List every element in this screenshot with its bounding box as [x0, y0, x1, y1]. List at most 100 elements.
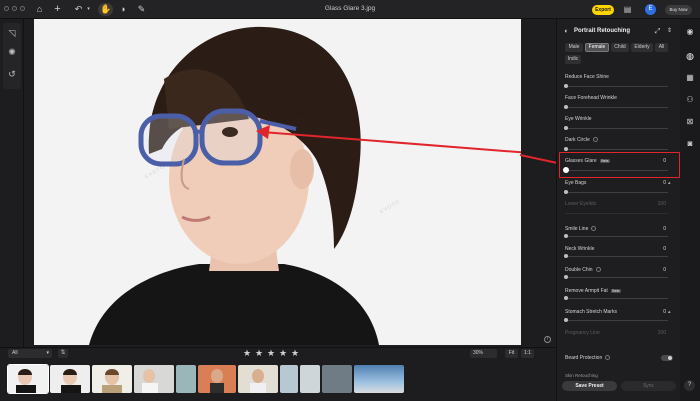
avatar[interactable]: E [645, 4, 656, 15]
slider-value[interactable]: 0 [646, 158, 666, 164]
info-icon[interactable] [605, 355, 611, 361]
tag-child[interactable]: Child [611, 43, 629, 52]
rating-star[interactable]: ★ [291, 348, 299, 358]
slider-track[interactable] [565, 149, 668, 150]
people-icon[interactable]: ⚇ [683, 94, 697, 106]
slider-value[interactable]: 0 [646, 267, 666, 273]
slider-thumb[interactable] [564, 234, 568, 238]
rating-star[interactable]: ★ [279, 348, 287, 358]
slider-track[interactable] [565, 298, 668, 299]
slider-thumb[interactable] [564, 254, 568, 258]
thumbnail[interactable] [354, 365, 404, 393]
save-preset-button[interactable]: Save Preset [562, 381, 617, 391]
slider-label-dark-circle: Dark Circle [565, 137, 598, 143]
slider-track[interactable] [565, 86, 668, 87]
slider-track[interactable] [565, 107, 668, 108]
frame-icon[interactable]: ⊠ [683, 116, 697, 128]
thumbnail[interactable] [134, 365, 174, 393]
filter-dropdown[interactable]: All ▾ [8, 349, 52, 358]
slider-track[interactable] [565, 277, 668, 278]
adjust-icon[interactable]: ✺ [5, 46, 19, 58]
beard-protection-toggle[interactable] [661, 355, 673, 361]
fit-button[interactable]: Fit [505, 349, 518, 358]
photo-canvas[interactable]: EVOTO EVOTO EVOTO [34, 19, 521, 345]
camera-icon[interactable]: ◙ [683, 138, 697, 150]
thumbnail[interactable] [198, 365, 236, 393]
eye-icon[interactable]: ◉ [683, 26, 697, 38]
thumbnail[interactable] [176, 365, 196, 393]
tag-female[interactable]: Female [585, 43, 609, 52]
chevron-up-icon[interactable]: ▴ [668, 309, 671, 315]
slider-value[interactable]: 0 [646, 246, 666, 252]
panel-title: Portrait Retouching [574, 28, 631, 34]
slider-track[interactable] [565, 256, 668, 257]
beta-badge: Beta [610, 288, 621, 293]
buy-now-button[interactable]: Buy Now [665, 5, 692, 15]
info-icon[interactable]: i [544, 336, 551, 343]
slider-thumb[interactable] [564, 275, 568, 279]
slider-thumb[interactable] [564, 296, 568, 300]
slider-thumb[interactable] [563, 167, 569, 173]
sort-icon[interactable]: ⇅ [58, 349, 68, 358]
tag-indic[interactable]: Indic [565, 55, 581, 64]
remove-armpit-fat-text: Remove Armpit Fat [565, 288, 608, 294]
actual-size-button[interactable]: 1:1 [521, 349, 534, 358]
slider-label-glasses-glare: Glasses Glare Beta [565, 158, 610, 164]
thumbnail[interactable] [92, 365, 132, 393]
sync-button[interactable]: Sync [621, 381, 676, 391]
info-icon[interactable] [595, 267, 601, 273]
slider-track [565, 213, 668, 214]
thumbnail[interactable] [322, 365, 352, 393]
thumbnail[interactable] [7, 364, 49, 394]
slider-value[interactable]: 0 [646, 180, 666, 186]
thumbnail[interactable] [50, 365, 90, 393]
thumbnail[interactable] [280, 365, 298, 393]
zoom-dropdown[interactable]: 30% [470, 349, 497, 358]
tag-all[interactable]: All [655, 43, 668, 52]
slider-label-double-chin: Double Chin [565, 267, 601, 273]
slider-track[interactable] [565, 128, 668, 129]
portrait-retouch-icon[interactable]: ◍ [683, 50, 697, 62]
rating-star[interactable]: ★ [255, 348, 263, 358]
slider-thumb[interactable] [564, 126, 568, 130]
rating-star[interactable]: ★ [243, 348, 251, 358]
slider-thumb[interactable] [564, 147, 568, 151]
rating-star[interactable]: ★ [267, 348, 275, 358]
reorder-icon[interactable]: ⇕ [664, 26, 675, 37]
slider-label-stomach-stretch-marks: Stomach Stretch Marks [565, 309, 617, 315]
slider-label-reduce-face-shine: Reduce Face Shine [565, 74, 609, 80]
thumbnail[interactable] [300, 365, 320, 393]
slider-track[interactable] [565, 170, 668, 171]
glasses-glare-text: Glasses Glare [565, 158, 597, 164]
chevron-up-icon[interactable]: ▴ [668, 180, 671, 186]
slider-value[interactable]: 0 [646, 226, 666, 232]
thumbnail[interactable] [238, 365, 278, 393]
slider-track[interactable] [565, 320, 668, 321]
crop-icon[interactable]: ◹ [5, 27, 19, 39]
beard-protection-label: Beard Protection [565, 355, 611, 361]
slider-track[interactable] [565, 192, 668, 193]
slider-value[interactable]: 0 [646, 309, 666, 315]
slider-thumb[interactable] [564, 318, 568, 322]
panel-toggle-icon[interactable]: ◐ [562, 27, 571, 36]
export-button[interactable]: Export [592, 5, 614, 15]
highlight-box [559, 152, 680, 178]
zoom-value: 30% [473, 350, 484, 356]
slider-label-pregnancy-line: Pregnancy Line [565, 330, 600, 336]
layers-icon[interactable]: ▦ [683, 72, 697, 84]
slider-track[interactable] [565, 236, 668, 237]
history-icon[interactable]: ↺ [5, 68, 19, 80]
skin-retouching-label[interactable]: Skin Retouching [565, 373, 598, 378]
slider-thumb[interactable] [564, 84, 568, 88]
folder-icon[interactable]: ▤ [622, 4, 633, 15]
slider-value: 100 [657, 330, 666, 336]
tag-elderly[interactable]: Elderly [631, 43, 653, 52]
tag-male[interactable]: Male [565, 43, 583, 52]
dark-circle-text: Dark Circle [565, 137, 590, 143]
help-icon[interactable]: ? [684, 380, 695, 391]
info-icon[interactable] [591, 226, 597, 232]
info-icon[interactable] [592, 137, 598, 143]
slider-thumb[interactable] [564, 105, 568, 109]
slider-thumb[interactable] [564, 190, 568, 194]
expand-icon[interactable]: ⤢ [652, 26, 663, 37]
